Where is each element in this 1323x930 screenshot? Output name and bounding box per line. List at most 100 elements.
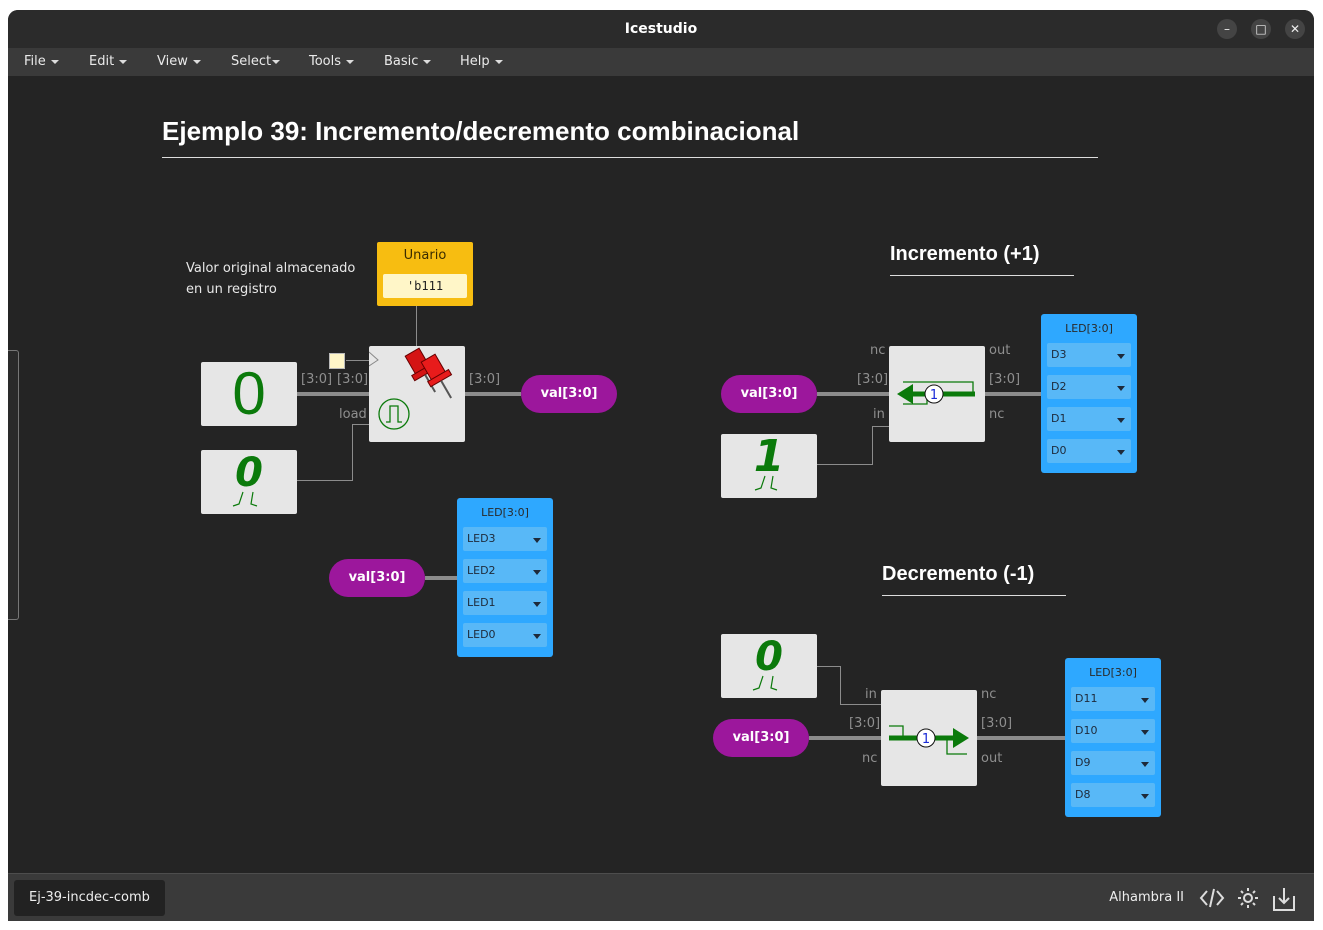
increment-symbol: 1 <box>930 388 938 403</box>
legs-icon <box>232 491 258 507</box>
dec-pin-out-bus: [3:0] <box>981 716 1013 731</box>
label-val-inc[interactable]: val[3:0] <box>721 375 817 413</box>
led-pin-select[interactable]: LED0 <box>463 623 547 647</box>
wire-zero-dec-in <box>840 704 881 705</box>
design-canvas[interactable]: Ejemplo 39: Incremento/decremento combin… <box>8 76 1314 873</box>
constant-zero-load-block[interactable]: 0 <box>201 450 297 514</box>
wire-zero-dec-v <box>840 666 841 704</box>
legs-icon <box>754 475 778 491</box>
led-pin-label: D8 <box>1075 788 1091 801</box>
wire-zero-dec-h <box>817 666 841 667</box>
clock-input-square[interactable] <box>329 353 345 369</box>
constant-zero-block[interactable]: 0 <box>201 362 297 426</box>
led-output-left[interactable]: LED[3:0] LED3 LED2 LED1 LED0 <box>457 498 553 657</box>
led-output-left-header: LED[3:0] <box>481 506 529 519</box>
inc-pin-out: out <box>989 343 1011 358</box>
chevron-down-icon <box>533 538 541 543</box>
menu-edit-label: Edit <box>89 54 115 69</box>
led-pin-label: D10 <box>1075 724 1098 737</box>
window-title: Icestudio <box>624 21 698 37</box>
wire-register-to-label <box>465 392 521 396</box>
chevron-down-icon <box>1141 730 1149 735</box>
wire-dec-to-leds <box>977 736 1065 740</box>
info-note-line2: en un registro <box>186 282 277 297</box>
wire-load-h <box>297 480 353 481</box>
led-pin-select[interactable]: LED1 <box>463 591 547 615</box>
constant-zero-dec-block[interactable]: 0 <box>721 634 817 698</box>
menu-file[interactable]: File <box>24 48 59 76</box>
wire-load-in <box>352 424 369 425</box>
menu-view[interactable]: View <box>157 48 201 76</box>
side-dock[interactable] <box>8 350 19 620</box>
led-pin-label: D3 <box>1051 348 1067 361</box>
inc-pin-out-bus: [3:0] <box>989 372 1021 387</box>
constant-value-field[interactable]: 'b111 <box>383 274 467 298</box>
menu-tools[interactable]: Tools <box>309 48 355 76</box>
led-pin-label: D0 <box>1051 444 1067 457</box>
inc-pin-in-bus: [3:0] <box>857 372 889 387</box>
led-pin-select[interactable]: D3 <box>1047 343 1131 367</box>
led-pin-label: LED1 <box>467 596 496 609</box>
increment-block[interactable]: 1 <box>889 346 985 442</box>
led-pin-select[interactable]: D2 <box>1047 375 1131 399</box>
menu-file-label: File <box>24 54 46 69</box>
label-val-leds[interactable]: val[3:0] <box>329 559 425 597</box>
menu-tools-label: Tools <box>309 54 342 69</box>
chevron-down-icon <box>1141 762 1149 767</box>
title-underline <box>162 157 1098 158</box>
maximize-button[interactable]: □ <box>1251 19 1271 39</box>
wire-val-to-dec <box>809 736 881 740</box>
chevron-down-icon <box>1117 354 1125 359</box>
led-pin-select[interactable]: D0 <box>1047 439 1131 463</box>
dec-pin-nc-top: nc <box>981 687 997 702</box>
register-pin-in: [3:0] <box>301 372 333 387</box>
constant-one-block[interactable]: 1 <box>721 431 817 498</box>
register-pin-out: [3:0] <box>469 372 501 387</box>
label-val-out[interactable]: val[3:0] <box>521 375 617 413</box>
section-increment-title: Incremento (+1) <box>890 243 1040 265</box>
chevron-down-icon <box>533 602 541 607</box>
upload-icon[interactable] <box>1271 886 1297 912</box>
led-pin-select[interactable]: LED2 <box>463 559 547 583</box>
page-title: Ejemplo 39: Incremento/decremento combin… <box>162 116 800 146</box>
section-decrement-title: Decremento (-1) <box>882 563 1035 585</box>
chevron-down-icon <box>272 59 281 64</box>
code-icon[interactable] <box>1199 886 1225 910</box>
dec-pin-in: in <box>865 687 877 702</box>
close-button[interactable]: ✕ <box>1285 19 1305 39</box>
decrement-block[interactable]: 1 <box>881 690 977 786</box>
menu-help-label: Help <box>460 54 490 69</box>
chevron-down-icon <box>1117 418 1125 423</box>
menu-select[interactable]: Select <box>231 48 281 76</box>
gear-icon[interactable] <box>1235 886 1261 910</box>
menu-edit[interactable]: Edit <box>89 48 128 76</box>
chevron-down-icon <box>533 634 541 639</box>
led-pin-select[interactable]: D1 <box>1047 407 1131 431</box>
register-block[interactable] <box>369 346 465 442</box>
minimize-button[interactable]: – <box>1217 19 1237 39</box>
constant-unario[interactable]: Unario 'b111 <box>377 242 473 306</box>
dec-pin-nc-bottom: nc <box>862 751 878 766</box>
section-increment-underline <box>890 275 1074 276</box>
led-pin-select[interactable]: D9 <box>1071 751 1155 775</box>
led-pin-select[interactable]: D11 <box>1071 687 1155 711</box>
led-output-inc[interactable]: LED[3:0] D3 D2 D1 D0 <box>1041 314 1137 473</box>
decrement-symbol: 1 <box>922 732 930 747</box>
dec-pin-out: out <box>981 751 1003 766</box>
file-tab[interactable]: Ej-39-incdec-comb <box>14 880 165 916</box>
led-output-dec[interactable]: LED[3:0] D11 D10 D9 D8 <box>1065 658 1161 817</box>
board-name[interactable]: Alhambra II <box>1109 874 1184 921</box>
pushpin-icon <box>369 347 453 430</box>
chevron-down-icon <box>1117 450 1125 455</box>
led-pin-select[interactable]: D10 <box>1071 719 1155 743</box>
chevron-down-icon <box>192 59 201 64</box>
wire-constant-to-register <box>416 306 417 346</box>
menu-help[interactable]: Help <box>460 48 503 76</box>
menu-basic[interactable]: Basic <box>384 48 432 76</box>
led-pin-select[interactable]: LED3 <box>463 527 547 551</box>
chevron-down-icon <box>533 570 541 575</box>
led-pin-select[interactable]: D8 <box>1071 783 1155 807</box>
app-window: Icestudio – □ ✕ File Edit View Select To… <box>8 10 1314 921</box>
label-val-dec[interactable]: val[3:0] <box>713 719 809 757</box>
led-pin-label: LED3 <box>467 532 496 545</box>
